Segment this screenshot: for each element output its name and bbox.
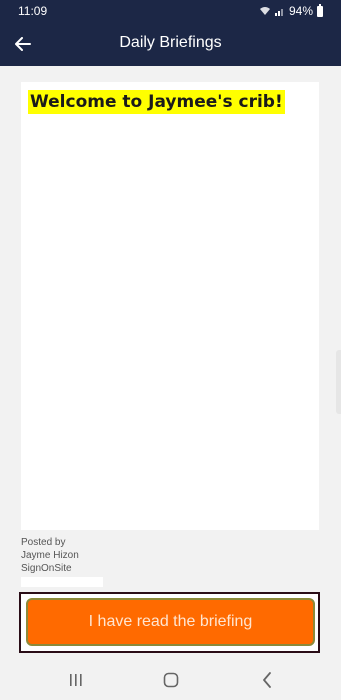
scroll-handle[interactable] xyxy=(336,350,341,414)
back-nav-icon xyxy=(263,672,271,688)
home-button[interactable] xyxy=(156,668,186,692)
posted-divider xyxy=(21,577,103,587)
posted-info: Posted by Jayme Hizon SignOnSite xyxy=(21,536,79,575)
system-nav-bar xyxy=(0,660,341,700)
page-title: Daily Briefings xyxy=(119,34,222,51)
posted-company: SignOnSite xyxy=(21,563,72,574)
recent-apps-button[interactable] xyxy=(61,668,91,692)
read-briefing-button[interactable]: I have read the briefing xyxy=(26,598,315,646)
battery-percent: 94% xyxy=(288,4,313,18)
signal-icon xyxy=(274,9,283,16)
status-time: 11:09 xyxy=(18,4,48,18)
back-nav-button[interactable] xyxy=(252,668,282,692)
recent-apps-icon xyxy=(70,674,82,686)
battery-icon xyxy=(317,3,323,17)
app-bar: Daily Briefings xyxy=(0,22,341,66)
home-icon xyxy=(163,672,179,688)
briefing-heading: Welcome to Jaymee's crib! xyxy=(28,90,285,114)
status-bar: 11:09 94% xyxy=(0,0,341,22)
wifi-icon xyxy=(259,7,270,15)
status-icons: 94% xyxy=(259,3,323,18)
posted-by-label: Posted by xyxy=(21,537,66,548)
posted-author: Jayme Hizon xyxy=(21,550,79,561)
briefing-content: Welcome to Jaymee's crib! xyxy=(21,82,319,530)
